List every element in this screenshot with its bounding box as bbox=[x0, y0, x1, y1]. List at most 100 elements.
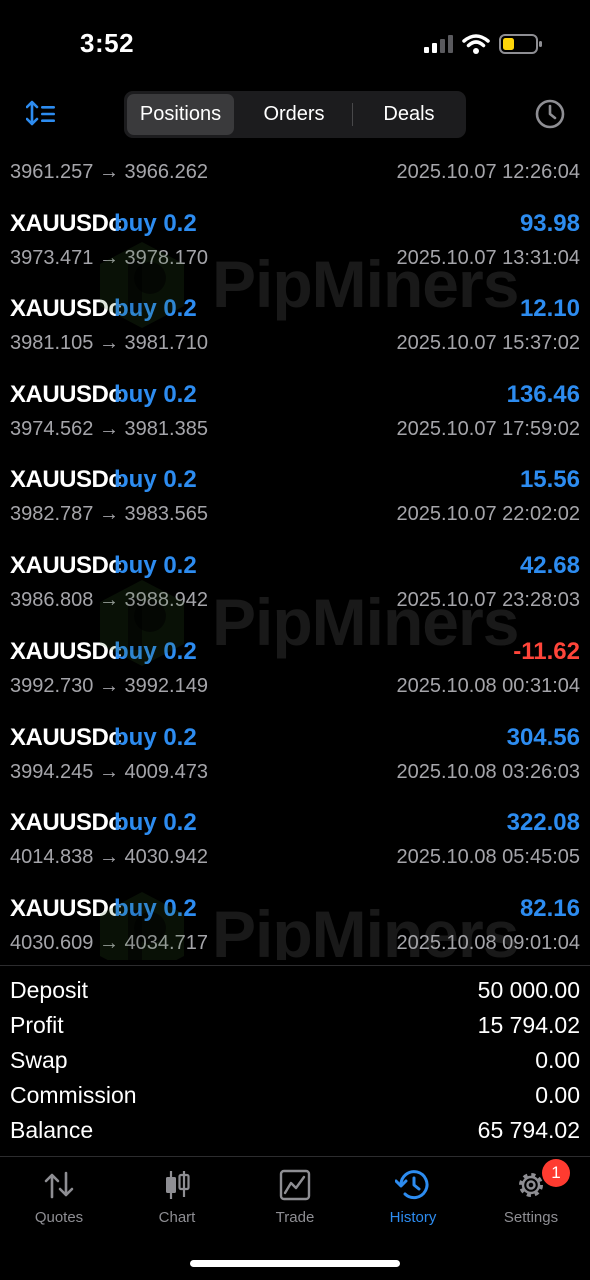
summary-value: 50 000.00 bbox=[477, 977, 580, 1003]
deal-side: buy 0.2 bbox=[114, 295, 197, 322]
trade-icon bbox=[279, 1169, 311, 1201]
deal-profit: 15.56 bbox=[519, 466, 580, 493]
deal-row[interactable]: XAUUSDc buy 0.2 93.98 3973.471 → 3978.17… bbox=[0, 202, 590, 288]
deal-prices: 4030.609 → 4034.717 bbox=[10, 932, 208, 954]
deal-side: buy 0.2 bbox=[114, 895, 197, 922]
clock-icon[interactable] bbox=[534, 98, 566, 130]
summary-value: 0.00 bbox=[535, 1082, 580, 1108]
deal-symbol: XAUUSDc bbox=[10, 466, 122, 493]
tab-deals[interactable]: Deals bbox=[354, 94, 464, 135]
deal-profit: 42.68 bbox=[519, 552, 580, 579]
summary-commission: Commission 0.00 bbox=[10, 1082, 580, 1117]
deal-side: buy 0.2 bbox=[114, 552, 197, 579]
list-item-partial[interactable]: 3961.257 → 3966.262 2025.10.07 12:26:04 bbox=[0, 150, 590, 202]
deal-prices: 4014.838 → 4030.942 bbox=[10, 846, 208, 868]
deal-side: buy 0.2 bbox=[114, 466, 197, 493]
deal-profit: 12.10 bbox=[519, 295, 580, 322]
deal-time: 2025.10.08 03:26:03 bbox=[396, 761, 580, 783]
deal-side: buy 0.2 bbox=[114, 724, 197, 751]
deal-time: 2025.10.07 23:28:03 bbox=[396, 589, 580, 611]
quotes-icon bbox=[44, 1171, 74, 1199]
deal-row[interactable]: XAUUSDc buy 0.2 42.68 3986.808 → 3988.94… bbox=[0, 544, 590, 630]
deal-profit: 93.98 bbox=[519, 210, 580, 237]
deal-symbol: XAUUSDc bbox=[10, 895, 122, 922]
deal-profit: 304.56 bbox=[506, 724, 580, 751]
deal-prices: 3981.105 → 3981.710 bbox=[10, 332, 208, 354]
deal-symbol: XAUUSDc bbox=[10, 381, 122, 408]
summary-label: Balance bbox=[10, 1117, 94, 1143]
tab-label: History bbox=[389, 1209, 437, 1226]
deal-row[interactable]: XAUUSDc buy 0.2 15.56 3982.787 → 3983.56… bbox=[0, 458, 590, 544]
tab-positions[interactable]: Positions bbox=[127, 94, 234, 135]
tab-label: Chart bbox=[158, 1209, 196, 1226]
deal-symbol: XAUUSDc bbox=[10, 210, 122, 237]
tab-label: Quotes bbox=[34, 1209, 84, 1226]
tab-label: Settings bbox=[503, 1209, 559, 1226]
deal-time: 2025.10.08 05:45:05 bbox=[396, 846, 580, 868]
deal-side: buy 0.2 bbox=[114, 210, 197, 237]
segmented-control: Positions Orders Deals bbox=[124, 91, 466, 138]
tab-label: Trade bbox=[275, 1209, 315, 1226]
deal-prices: 3973.471 → 3978.170 bbox=[10, 247, 208, 269]
deal-prices: 3992.730 → 3992.149 bbox=[10, 675, 208, 697]
deal-time: 2025.10.08 09:01:04 bbox=[396, 932, 580, 954]
deal-row[interactable]: XAUUSDc buy 0.2 136.46 3974.562 → 3981.3… bbox=[0, 373, 590, 459]
deal-prices: 3961.257 → 3966.262 bbox=[10, 161, 208, 183]
deal-symbol: XAUUSDc bbox=[10, 724, 122, 751]
battery-icon bbox=[499, 34, 542, 54]
tab-orders[interactable]: Orders bbox=[238, 94, 350, 135]
deal-time: 2025.10.08 00:31:04 bbox=[396, 675, 580, 697]
summary-value: 15 794.02 bbox=[477, 1012, 580, 1038]
deal-prices: 3994.245 → 4009.473 bbox=[10, 761, 208, 783]
deal-row[interactable]: XAUUSDc buy 0.2 304.56 3994.245 → 4009.4… bbox=[0, 716, 590, 802]
deal-symbol: XAUUSDc bbox=[10, 638, 122, 665]
deal-prices: 3986.808 → 3988.942 bbox=[10, 589, 208, 611]
deal-symbol: XAUUSDc bbox=[10, 295, 122, 322]
tabbar-divider bbox=[0, 1156, 590, 1157]
deal-time: 2025.10.07 12:26:04 bbox=[396, 161, 580, 183]
deal-symbol: XAUUSDc bbox=[10, 552, 122, 579]
notification-badge: 1 bbox=[542, 1159, 570, 1187]
summary-divider bbox=[0, 965, 590, 966]
tab-quotes[interactable]: Quotes bbox=[0, 1165, 118, 1235]
deal-side: buy 0.2 bbox=[114, 638, 197, 665]
sort-icon[interactable] bbox=[26, 100, 58, 128]
tab-settings[interactable]: Settings 1 bbox=[472, 1159, 590, 1235]
deal-side: buy 0.2 bbox=[114, 381, 197, 408]
deal-time: 2025.10.07 22:02:02 bbox=[396, 503, 580, 525]
tab-trade[interactable]: Trade bbox=[236, 1165, 354, 1235]
summary-deposit: Deposit 50 000.00 bbox=[10, 977, 580, 1012]
deal-symbol: XAUUSDc bbox=[10, 809, 122, 836]
summary-panel: Deposit 50 000.00 Profit 15 794.02 Swap … bbox=[0, 975, 590, 1150]
deal-row[interactable]: XAUUSDc buy 0.2 82.16 4030.609 → 4034.71… bbox=[0, 887, 590, 960]
cellular-signal-icon bbox=[424, 35, 453, 53]
deal-time: 2025.10.07 15:37:02 bbox=[396, 332, 580, 354]
summary-label: Profit bbox=[10, 1012, 64, 1038]
deal-row[interactable]: XAUUSDc buy 0.2 322.08 4014.838 → 4030.9… bbox=[0, 801, 590, 887]
status-time: 3:52 bbox=[80, 28, 135, 58]
deal-row[interactable]: XAUUSDc buy 0.2 -11.62 3992.730 → 3992.1… bbox=[0, 630, 590, 716]
deal-profit: -11.62 bbox=[513, 638, 580, 665]
deal-time: 2025.10.07 17:59:02 bbox=[396, 418, 580, 440]
deal-prices: 3974.562 → 3981.385 bbox=[10, 418, 208, 440]
summary-swap: Swap 0.00 bbox=[10, 1047, 580, 1082]
home-indicator[interactable] bbox=[190, 1260, 400, 1267]
deal-profit: 322.08 bbox=[506, 809, 580, 836]
summary-value: 65 794.02 bbox=[477, 1117, 580, 1143]
deal-row[interactable]: XAUUSDc buy 0.2 12.10 3981.105 → 3981.71… bbox=[0, 287, 590, 373]
history-icon bbox=[395, 1170, 429, 1200]
summary-label: Commission bbox=[10, 1082, 137, 1108]
summary-profit: Profit 15 794.02 bbox=[10, 1012, 580, 1047]
tab-chart[interactable]: Chart bbox=[118, 1165, 236, 1235]
deal-time: 2025.10.07 13:31:04 bbox=[396, 247, 580, 269]
deal-profit: 136.46 bbox=[506, 381, 580, 408]
tab-history[interactable]: History bbox=[354, 1165, 472, 1235]
wifi-icon bbox=[462, 34, 490, 54]
segment-divider bbox=[352, 103, 353, 126]
summary-value: 0.00 bbox=[535, 1047, 580, 1073]
chart-icon bbox=[166, 1171, 190, 1199]
deal-side: buy 0.2 bbox=[114, 809, 197, 836]
summary-label: Deposit bbox=[10, 977, 88, 1003]
deal-prices: 3982.787 → 3983.565 bbox=[10, 503, 208, 525]
deal-list[interactable]: 3961.257 → 3966.262 2025.10.07 12:26:04 … bbox=[0, 150, 590, 960]
